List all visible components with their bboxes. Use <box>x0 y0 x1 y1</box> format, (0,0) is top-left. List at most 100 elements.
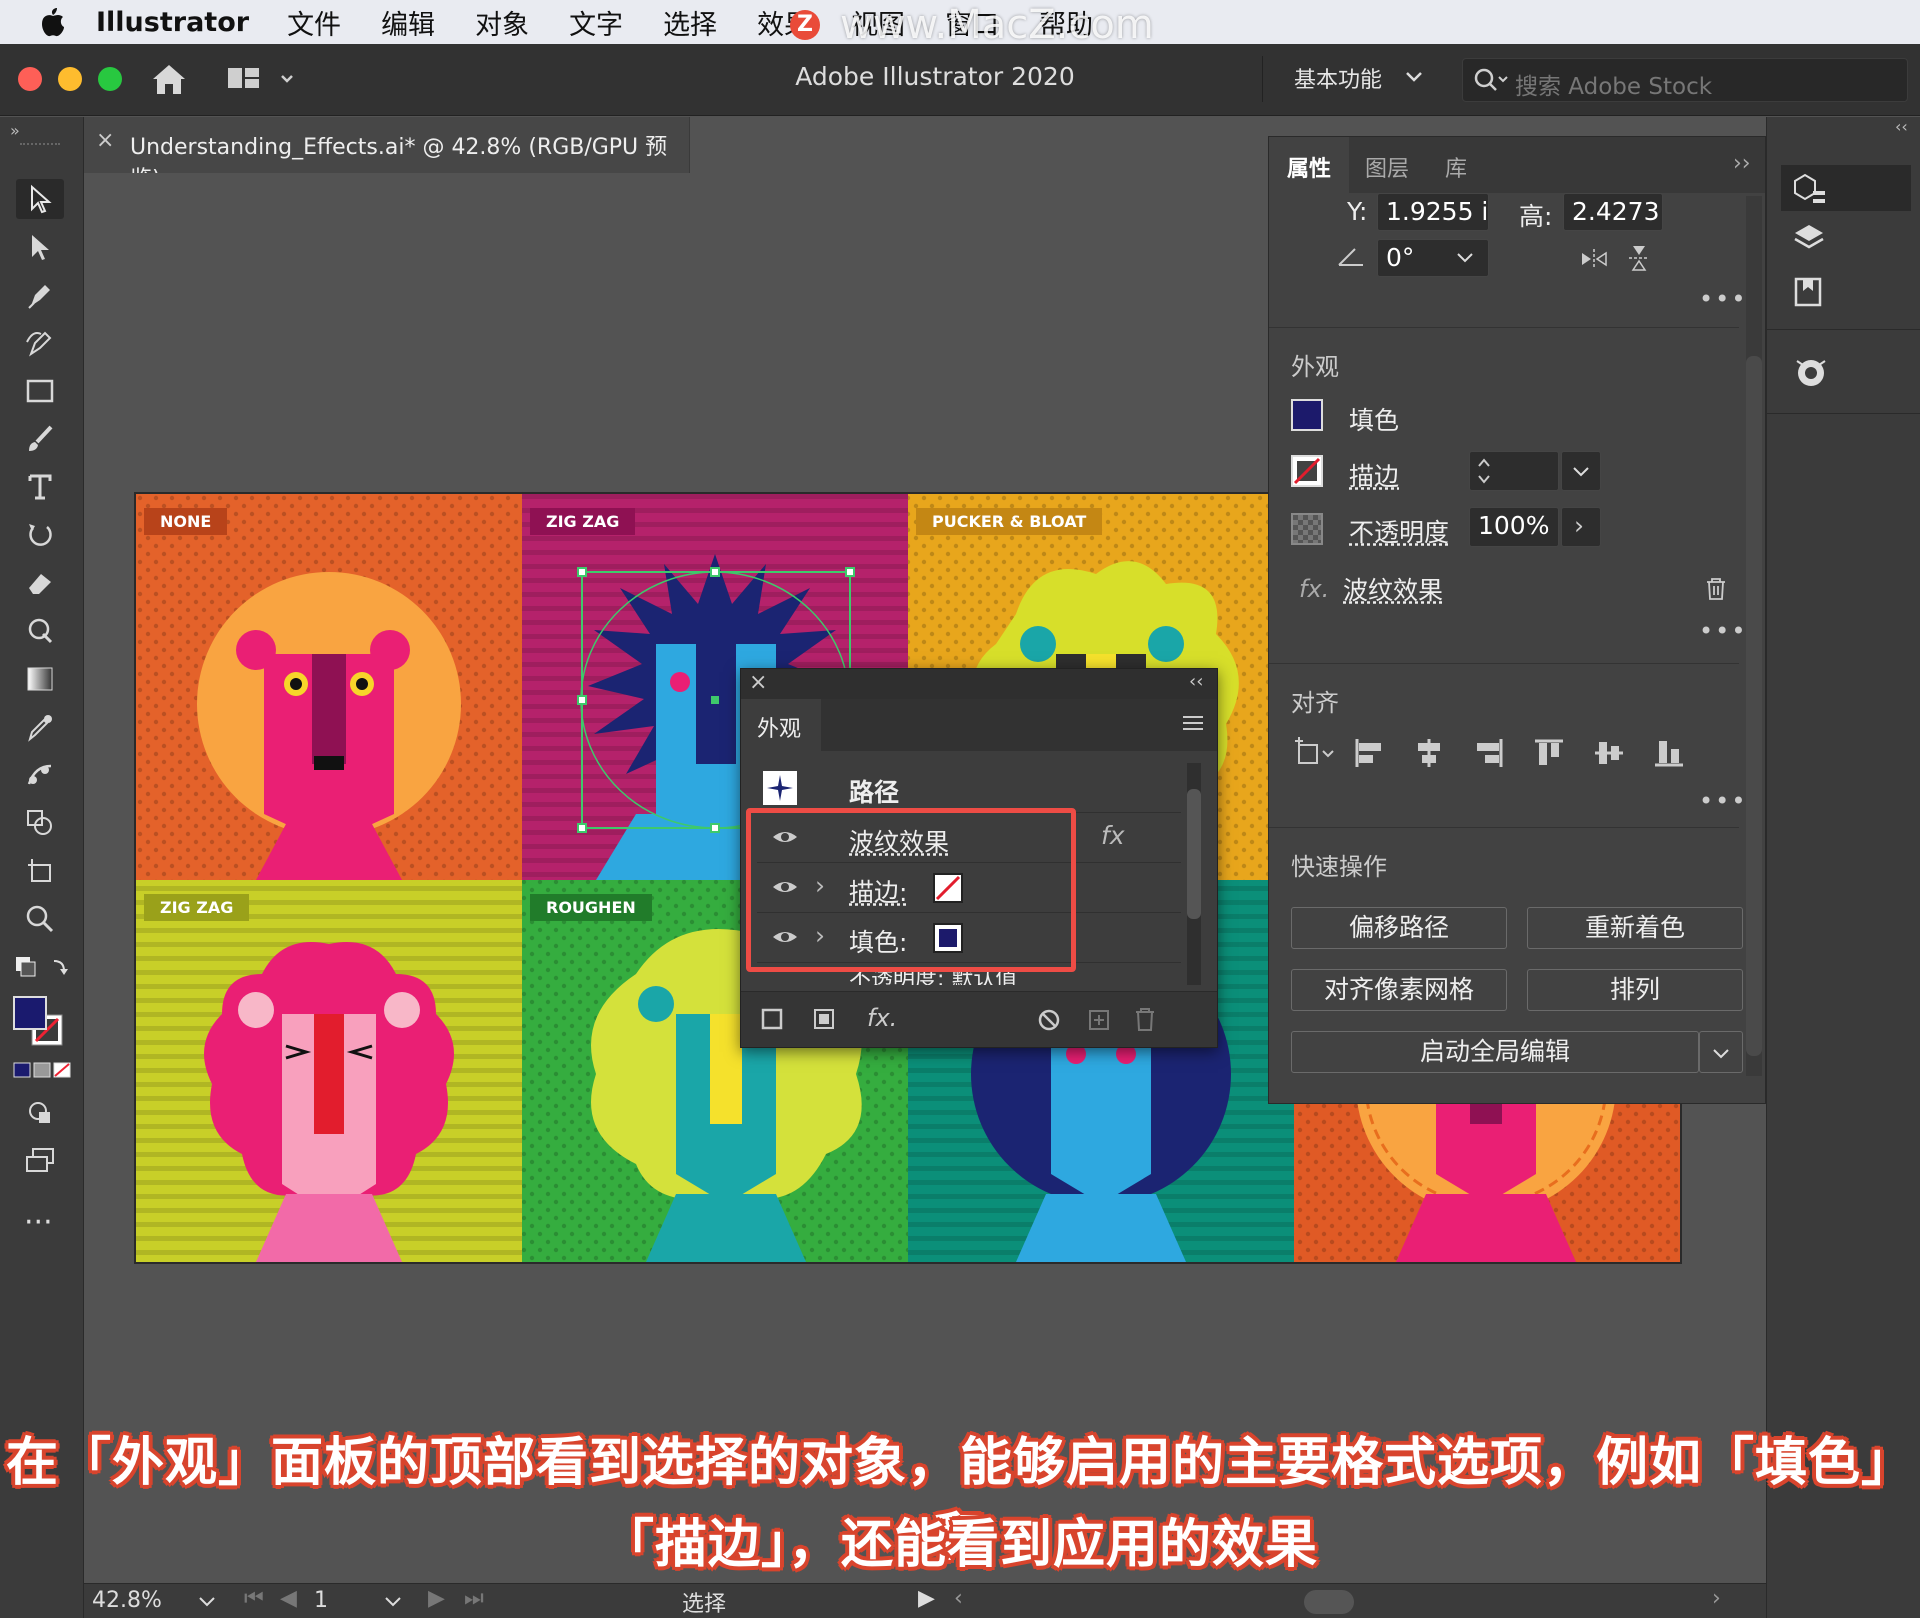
align-to-icon[interactable] <box>1293 737 1337 769</box>
menu-edit[interactable]: 编辑 <box>381 3 435 42</box>
puppet-warp-tool-icon[interactable] <box>16 611 64 651</box>
last-artboard-icon[interactable]: ⏭ <box>464 1586 484 1611</box>
panel-header[interactable]: × ‹‹ <box>741 669 1217 699</box>
align-to-pixel-grid-button[interactable]: 对齐像素网格 <box>1291 969 1507 1011</box>
menu-type[interactable]: 文字 <box>569 3 623 42</box>
rotate-tool-icon[interactable] <box>16 515 64 555</box>
height-field[interactable]: 2.4273 ir <box>1563 193 1663 231</box>
fill-color-swatch[interactable] <box>1291 399 1323 431</box>
global-edit-options-button[interactable] <box>1699 1031 1743 1073</box>
stroke-label[interactable]: 描边 <box>1349 457 1399 493</box>
paintbrush-tool-icon[interactable] <box>16 419 64 459</box>
swap-fill-stroke-icon[interactable] <box>14 955 74 989</box>
color-mode-buttons[interactable] <box>12 1060 72 1084</box>
tab-properties[interactable]: 属性 <box>1287 151 1331 183</box>
stroke-weight-dropdown[interactable] <box>1561 451 1601 491</box>
appearance-dock-icon[interactable] <box>1791 353 1831 393</box>
tab-layers[interactable]: 图层 <box>1365 151 1409 183</box>
gradient-tool-icon[interactable] <box>16 659 64 699</box>
stroke-weight-field[interactable] <box>1469 451 1559 491</box>
menu-object[interactable]: 对象 <box>475 3 529 42</box>
horizontal-scroll-thumb[interactable] <box>1304 1590 1354 1614</box>
duplicate-item-icon[interactable] <box>1087 1008 1111 1032</box>
delete-item-icon[interactable] <box>1133 1006 1157 1032</box>
align-vertical-center-icon[interactable] <box>1593 737 1625 769</box>
add-effect-icon[interactable]: fx. <box>867 1004 897 1032</box>
recolor-button[interactable]: 重新着色 <box>1527 907 1743 949</box>
eyedropper-tool-icon[interactable] <box>16 707 64 747</box>
draw-mode-icon[interactable] <box>16 1093 64 1133</box>
artboard-tool-icon[interactable] <box>16 851 64 891</box>
collapse-panel-icon[interactable]: ‹‹ <box>1189 671 1203 692</box>
document-tab[interactable]: Understanding_Effects.ai* @ 42.8% (RGB/G… <box>84 117 690 192</box>
clear-appearance-icon[interactable] <box>1037 1008 1061 1032</box>
zoom-field[interactable]: 42.8% <box>92 1588 192 1616</box>
y-field[interactable]: 1.9255 i <box>1377 193 1489 231</box>
type-tool-icon[interactable] <box>16 467 64 507</box>
curvature-tool-icon[interactable] <box>16 323 64 363</box>
flip-horizontal-icon[interactable] <box>1579 247 1609 271</box>
stroke-color-swatch[interactable] <box>1291 455 1323 487</box>
more-options-icon[interactable]: ••• <box>1699 787 1747 815</box>
tab-appearance[interactable]: 外观 <box>741 699 821 751</box>
properties-dock-button[interactable] <box>1781 165 1911 211</box>
more-options-icon[interactable]: ••• <box>1699 285 1747 313</box>
menu-file[interactable]: 文件 <box>287 3 341 42</box>
zoom-tool-icon[interactable] <box>16 899 64 939</box>
offset-path-button[interactable]: 偏移路径 <box>1291 907 1507 949</box>
stock-search-input[interactable]: 搜索 Adobe Stock <box>1462 58 1908 102</box>
libraries-icon[interactable] <box>1791 273 1827 309</box>
scrollbar[interactable] <box>1187 763 1201 985</box>
align-top-icon[interactable] <box>1533 737 1565 769</box>
shape-builder-tool-icon[interactable] <box>16 803 64 843</box>
flip-vertical-icon[interactable] <box>1627 243 1651 273</box>
previous-artboard-icon[interactable]: ◀ <box>280 1586 297 1611</box>
opacity-field[interactable]: 100% <box>1469 507 1559 547</box>
angle-field[interactable]: 0° <box>1377 239 1489 277</box>
fx-icon[interactable]: fx <box>1101 821 1125 850</box>
tab-libraries[interactable]: 库 <box>1445 151 1467 183</box>
collapse-dock-icon[interactable]: ‹‹ <box>1895 117 1908 136</box>
pen-tool-icon[interactable] <box>16 275 64 315</box>
workspace-switcher[interactable]: 基本功能 <box>1268 62 1428 98</box>
toolbar-grip[interactable] <box>20 143 60 149</box>
fill-stroke-swatches[interactable] <box>12 995 72 1055</box>
selection-tool-icon[interactable] <box>16 179 64 219</box>
stepper-icon[interactable] <box>1476 456 1492 486</box>
apple-icon[interactable] <box>40 7 70 37</box>
start-global-edit-button[interactable]: 启动全局编辑 <box>1291 1031 1699 1073</box>
layers-icon[interactable] <box>1791 221 1827 257</box>
artboard-number-field[interactable]: 1 <box>314 1588 374 1616</box>
next-artboard-icon[interactable]: ▶ <box>428 1586 445 1611</box>
status-menu-icon[interactable]: ▶ <box>918 1586 935 1611</box>
menu-app-name[interactable]: Illustrator <box>96 7 249 38</box>
edit-toolbar-more-icon[interactable]: ··· <box>24 1205 53 1240</box>
menu-select[interactable]: 选择 <box>663 3 717 42</box>
appearance-path-row[interactable]: 路径 <box>757 763 1181 813</box>
rectangle-tool-icon[interactable] <box>16 371 64 411</box>
direct-selection-tool-icon[interactable] <box>16 227 64 267</box>
eraser-tool-icon[interactable] <box>16 563 64 603</box>
collapse-toolbar-icon[interactable]: » <box>10 121 20 140</box>
align-horizontal-center-icon[interactable] <box>1413 737 1445 769</box>
effect-link[interactable]: 波纹效果 <box>1343 571 1443 607</box>
more-options-icon[interactable]: ••• <box>1699 617 1747 645</box>
scroll-right-icon[interactable]: › <box>1712 1586 1721 1611</box>
blend-tool-icon[interactable] <box>16 755 64 795</box>
panel-menu-icon[interactable] <box>1181 713 1205 737</box>
add-new-stroke-icon[interactable] <box>761 1008 783 1030</box>
align-right-icon[interactable] <box>1473 737 1505 769</box>
opacity-label[interactable]: 不透明度 <box>1349 513 1449 549</box>
panel-expand-icon[interactable]: ›› <box>1733 151 1751 176</box>
first-artboard-icon[interactable]: ⏮ <box>244 1586 264 1611</box>
close-document-icon[interactable]: × <box>96 128 114 153</box>
scroll-left-icon[interactable]: ‹ <box>954 1586 963 1611</box>
chevron-right-icon[interactable]: › <box>1561 507 1601 547</box>
align-bottom-icon[interactable] <box>1653 737 1685 769</box>
close-panel-icon[interactable]: × <box>749 670 767 695</box>
panel-zig-zag-bottom[interactable] <box>136 880 522 1262</box>
arrange-button[interactable]: 排列 <box>1527 969 1743 1011</box>
chevron-down-icon[interactable] <box>198 1596 216 1608</box>
screen-mode-icon[interactable] <box>16 1141 64 1181</box>
chevron-down-icon[interactable] <box>1456 252 1474 264</box>
